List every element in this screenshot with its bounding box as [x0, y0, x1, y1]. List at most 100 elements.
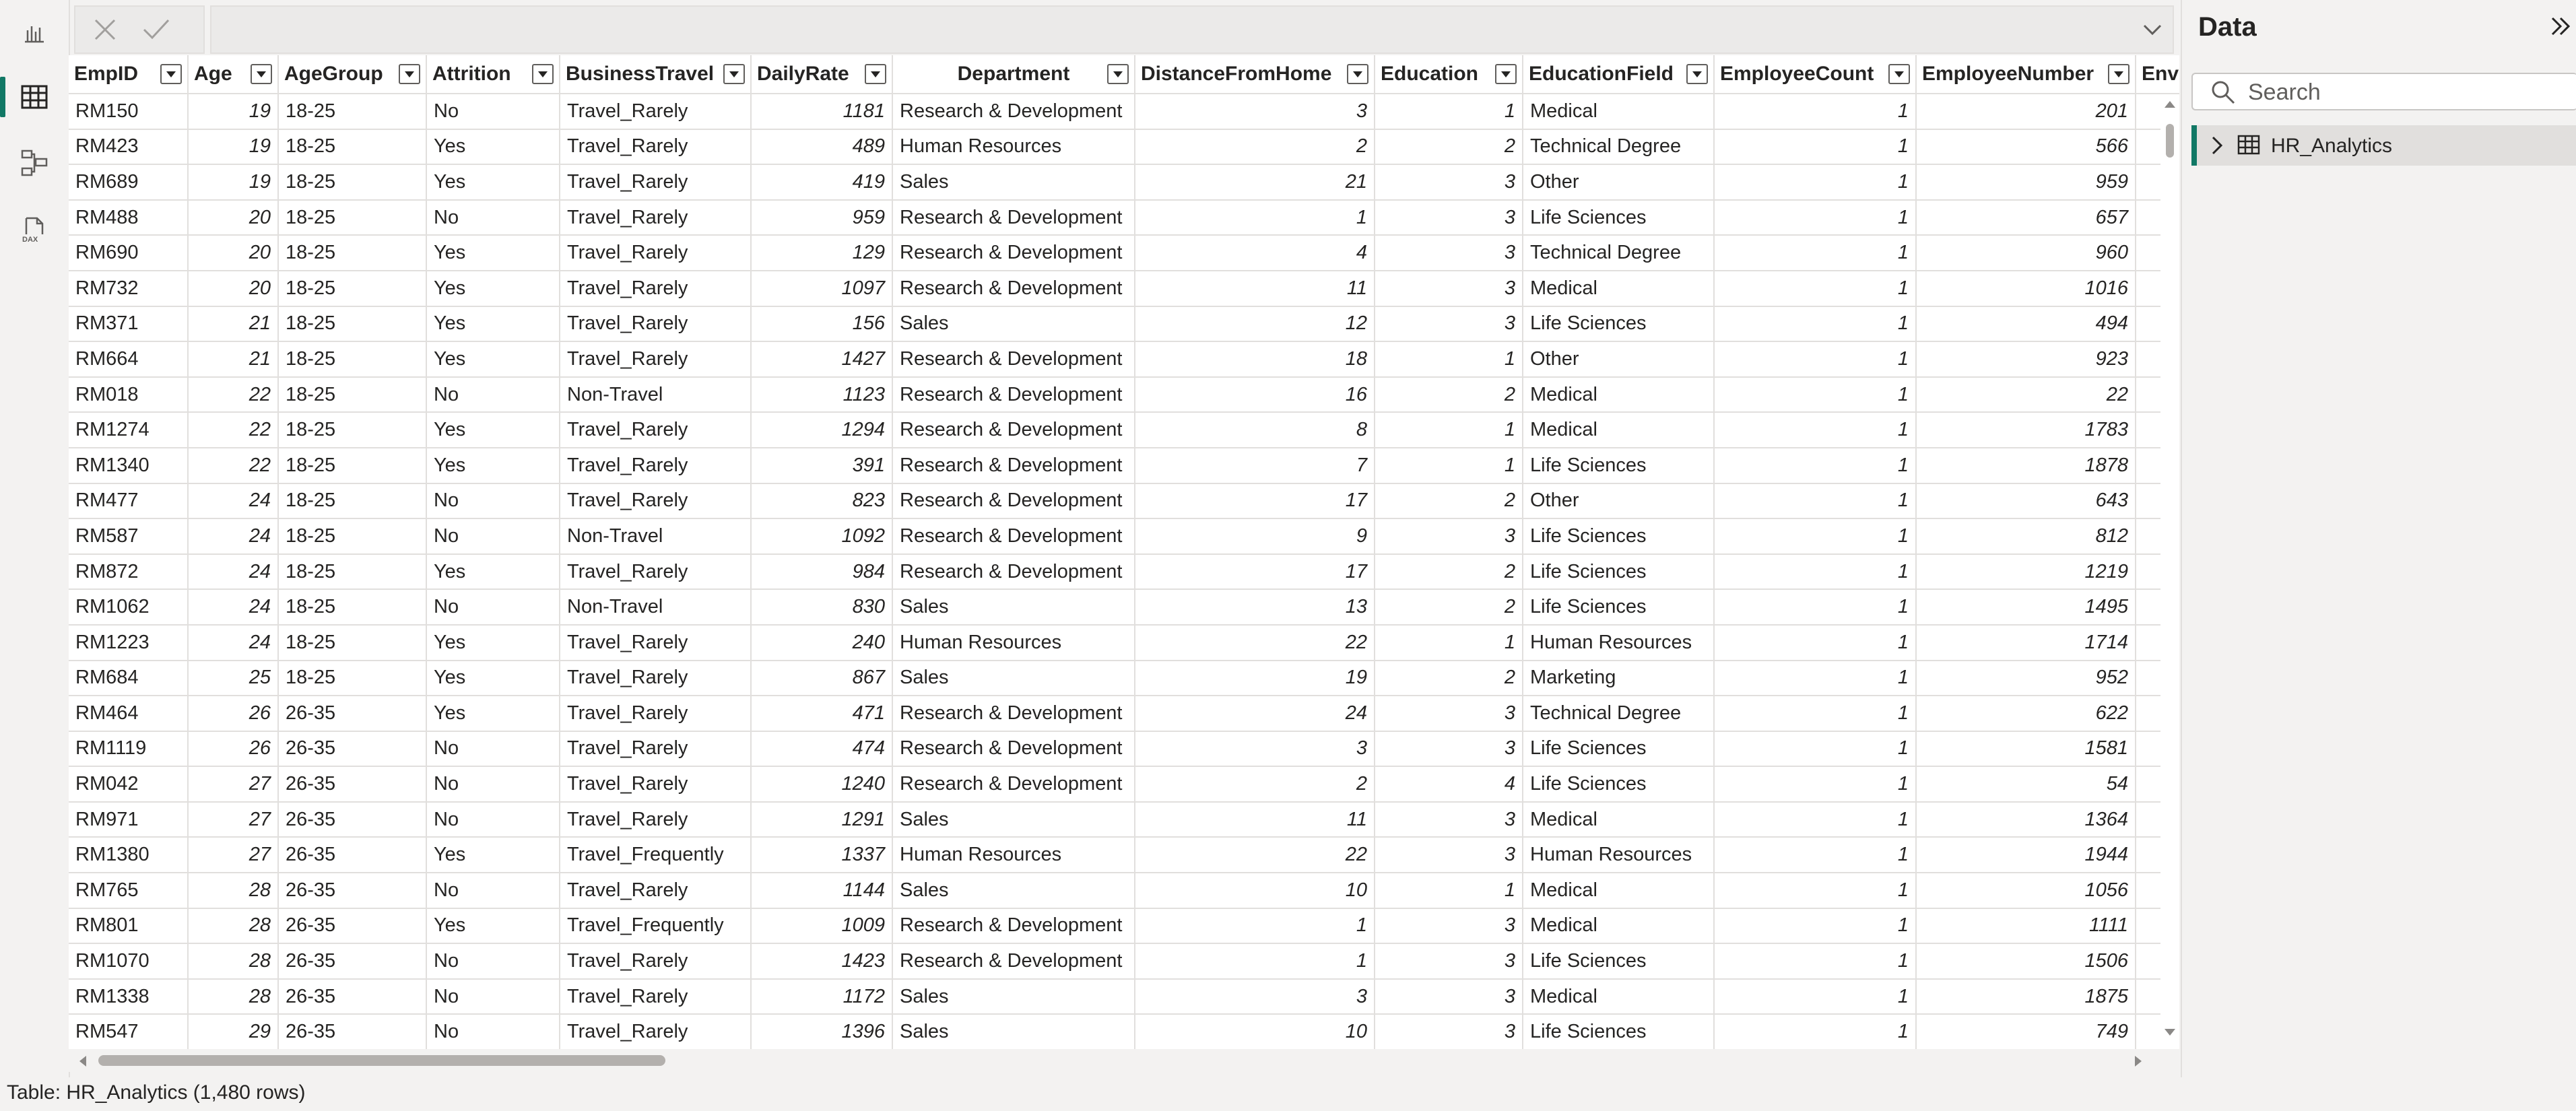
table-cell[interactable]: RM971 — [69, 801, 189, 838]
table-cell[interactable]: 22 — [1916, 376, 2136, 413]
table-cell[interactable]: 1 — [1714, 376, 1917, 413]
table-cell[interactable]: 2 — [1375, 553, 1523, 591]
table-cell[interactable]: Research & Development — [892, 341, 1135, 378]
table-cell[interactable]: Medical — [1523, 908, 1715, 945]
table-cell[interactable]: 1 — [1714, 589, 1917, 626]
table-cell[interactable]: Medical — [1523, 801, 1715, 838]
table-cell[interactable]: Life Sciences — [1523, 553, 1715, 591]
table-cell[interactable]: 26-35 — [278, 943, 427, 980]
table-cell[interactable]: Research & Development — [892, 908, 1135, 945]
table-cell[interactable]: 391 — [751, 447, 893, 484]
table-cell[interactable]: 21 — [188, 306, 279, 343]
table-cell[interactable]: 3 — [1375, 978, 1523, 1015]
table-cell[interactable]: 1 — [1714, 908, 1917, 945]
table-cell[interactable]: Travel_Rarely — [560, 553, 752, 591]
table-cell[interactable]: Research & Development — [892, 731, 1135, 768]
table-cell[interactable]: 24 — [188, 518, 279, 555]
table-cell[interactable]: 622 — [1916, 696, 2136, 732]
chevron-right-icon[interactable] — [2209, 135, 2225, 156]
table-cell[interactable]: 1 — [1375, 341, 1523, 378]
table-cell[interactable]: Research & Development — [892, 483, 1135, 520]
table-cell[interactable]: RM150 — [69, 94, 189, 130]
table-cell[interactable]: 474 — [751, 731, 893, 768]
table-cell[interactable]: 1 — [1714, 943, 1917, 980]
table-cell[interactable]: 1 — [1714, 341, 1917, 378]
table-cell[interactable]: 1 — [1714, 164, 1917, 201]
column-filter-button[interactable] — [2108, 64, 2129, 84]
table-cell[interactable]: Travel_Rarely — [560, 164, 752, 201]
table-cell[interactable]: 1 — [1714, 447, 1917, 484]
table-cell[interactable]: Non-Travel — [560, 518, 752, 555]
table-cell[interactable]: RM464 — [69, 696, 189, 732]
table-cell[interactable]: Travel_Frequently — [560, 908, 752, 945]
table-cell[interactable]: 1016 — [1916, 270, 2136, 307]
table-cell[interactable]: 10 — [1135, 873, 1375, 909]
table-cell[interactable]: 26-35 — [278, 837, 427, 874]
table-cell[interactable]: 749 — [1916, 1014, 2136, 1049]
vertical-scroll-thumb[interactable] — [2166, 124, 2174, 158]
table-cell[interactable]: 24 — [188, 589, 279, 626]
table-cell[interactable]: Research & Development — [892, 447, 1135, 484]
column-header[interactable]: Department — [892, 55, 1135, 94]
column-header[interactable]: EmployeeNumber — [1916, 55, 2136, 94]
table-cell[interactable]: 960 — [1916, 235, 2136, 271]
table-cell[interactable]: 1 — [1714, 837, 1917, 874]
table-cell[interactable]: No — [426, 873, 560, 909]
table-cell[interactable]: Sales — [892, 873, 1135, 909]
table-cell[interactable]: Sales — [892, 801, 1135, 838]
table-cell[interactable]: 26-35 — [278, 908, 427, 945]
horizontal-scroll-thumb[interactable] — [98, 1055, 665, 1066]
table-cell[interactable]: Medical — [1523, 412, 1715, 448]
table-cell[interactable]: 27 — [188, 837, 279, 874]
table-cell[interactable]: 471 — [751, 696, 893, 732]
table-cell[interactable]: 18-25 — [278, 553, 427, 591]
table-cell[interactable]: Travel_Rarely — [560, 306, 752, 343]
table-cell[interactable]: 1 — [1714, 483, 1917, 520]
table-cell[interactable]: Other — [1523, 164, 1715, 201]
table-cell[interactable]: 24 — [188, 553, 279, 591]
table-cell[interactable]: RM018 — [69, 376, 189, 413]
table-cell[interactable]: 2 — [1135, 766, 1375, 803]
table-cell[interactable]: 8 — [1135, 412, 1375, 448]
table-cell[interactable]: Research & Development — [892, 94, 1135, 130]
table-cell[interactable]: 1 — [1714, 129, 1917, 166]
table-cell[interactable]: 1291 — [751, 801, 893, 838]
table-cell[interactable]: 27 — [188, 801, 279, 838]
table-cell[interactable]: 18-25 — [278, 483, 427, 520]
table-cell[interactable]: 1 — [1714, 235, 1917, 271]
table-view-button[interactable] — [0, 65, 69, 129]
table-cell[interactable]: 201 — [1916, 94, 2136, 130]
column-header[interactable]: Education — [1375, 55, 1523, 94]
table-cell[interactable]: Travel_Rarely — [560, 341, 752, 378]
table-cell[interactable]: 18-25 — [278, 199, 427, 236]
column-header[interactable]: AgeGroup — [278, 55, 427, 94]
table-cell[interactable]: 22 — [188, 447, 279, 484]
table-cell[interactable]: RM1340 — [69, 447, 189, 484]
search-input[interactable] — [2247, 78, 2573, 106]
table-cell[interactable]: 1364 — [1916, 801, 2136, 838]
column-filter-button[interactable] — [251, 64, 272, 84]
table-cell[interactable]: 3 — [1375, 837, 1523, 874]
table-cell[interactable]: 1056 — [1916, 873, 2136, 909]
table-cell[interactable]: 1506 — [1916, 943, 2136, 980]
table-cell[interactable]: 3 — [1135, 94, 1375, 130]
column-header[interactable]: EmpID — [69, 55, 189, 94]
horizontal-scrollbar[interactable] — [69, 1049, 2179, 1072]
table-cell[interactable]: Sales — [892, 306, 1135, 343]
table-cell[interactable]: Yes — [426, 412, 560, 448]
table-cell[interactable]: 4 — [1375, 766, 1523, 803]
table-cell[interactable]: 1427 — [751, 341, 893, 378]
table-cell[interactable]: 823 — [751, 483, 893, 520]
table-cell[interactable]: RM1223 — [69, 624, 189, 661]
table-cell[interactable]: 129 — [751, 235, 893, 271]
table-cell[interactable]: 26-35 — [278, 731, 427, 768]
table-cell[interactable]: RM1062 — [69, 589, 189, 626]
table-cell[interactable]: Sales — [892, 589, 1135, 626]
table-cell[interactable]: 1 — [1714, 412, 1917, 448]
table-tree-item[interactable]: HR_Analytics — [2191, 125, 2576, 166]
table-cell[interactable]: Medical — [1523, 94, 1715, 130]
table-cell[interactable]: 1495 — [1916, 589, 2136, 626]
table-cell[interactable]: RM664 — [69, 341, 189, 378]
table-cell[interactable]: 1123 — [751, 376, 893, 413]
table-cell[interactable]: Travel_Rarely — [560, 978, 752, 1015]
